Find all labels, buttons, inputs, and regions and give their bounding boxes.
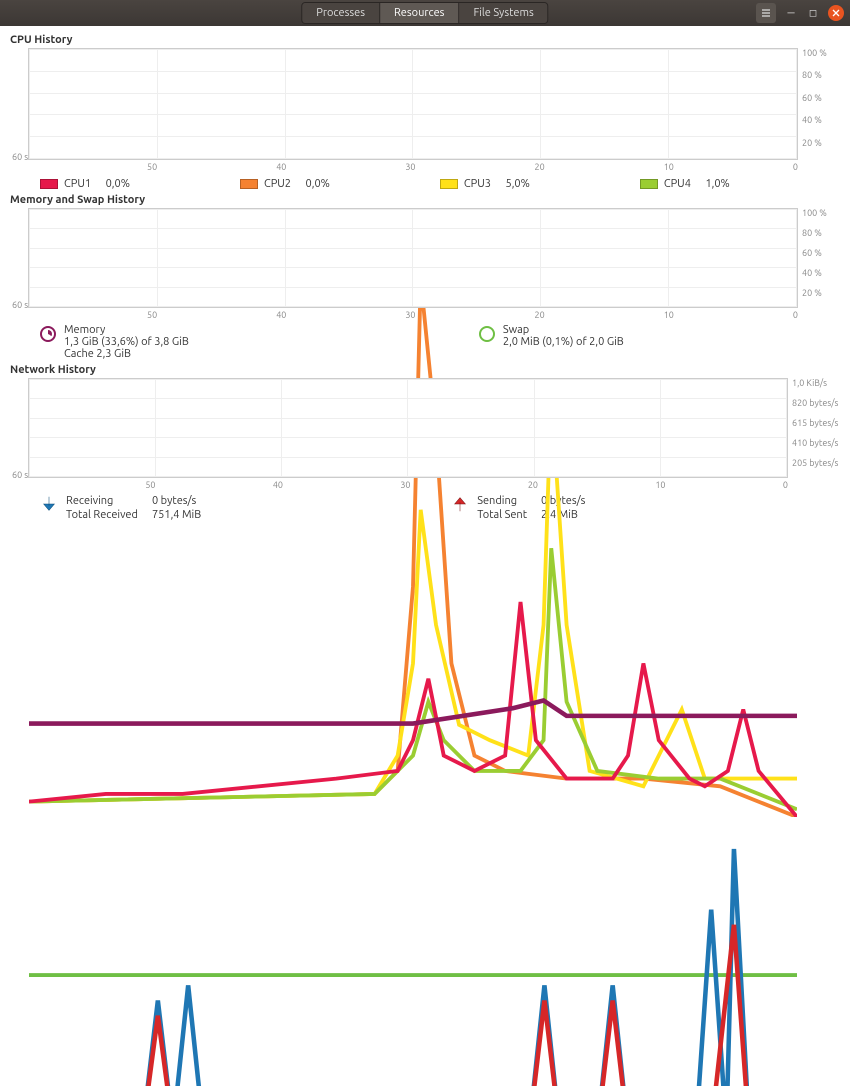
maximize-button[interactable]: ◻ — [806, 6, 820, 20]
swap-pie-icon — [479, 326, 495, 342]
tab-resources[interactable]: Resources — [380, 3, 459, 23]
memory-pie-icon — [40, 326, 56, 342]
minimize-button[interactable]: ─ — [784, 6, 798, 20]
cpu-chart — [28, 48, 798, 160]
close-button[interactable] — [828, 5, 844, 21]
hamburger-menu-button[interactable] — [756, 3, 776, 23]
tab-filesystems[interactable]: File Systems — [459, 3, 547, 23]
view-tabs: Processes Resources File Systems — [301, 2, 548, 24]
tab-processes[interactable]: Processes — [302, 3, 380, 23]
cpu-section-title: CPU History — [10, 34, 840, 46]
mem-yaxis: 100 %80 %60 %40 %20 % — [798, 208, 840, 308]
net-yaxis: 1,0 KiB/s820 bytes/s615 bytes/s410 bytes… — [788, 378, 840, 478]
mem-chart — [28, 208, 798, 308]
net-chart — [28, 378, 788, 478]
cpu-yaxis: 100 %80 %60 %40 %20 % — [798, 48, 840, 160]
titlebar: Processes Resources File Systems ─ ◻ — [0, 0, 850, 26]
